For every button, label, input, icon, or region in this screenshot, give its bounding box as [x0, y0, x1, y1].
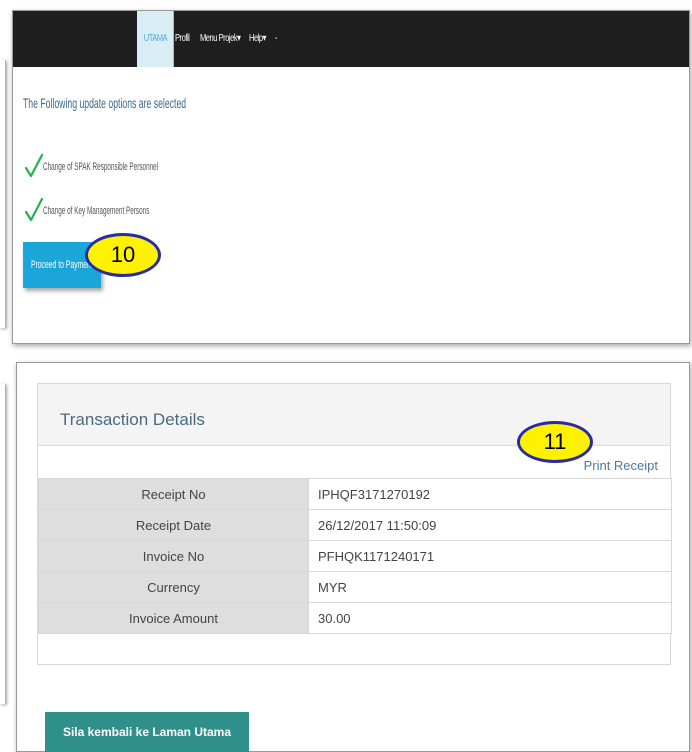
row-label: Invoice No: [38, 540, 309, 572]
nav-menu-projek-label: Menu Projek: [200, 33, 238, 44]
step-11-callout: 11: [517, 421, 593, 463]
transaction-panel: Transaction Details Print Receipt Receip…: [16, 362, 690, 752]
proceed-to-payment-label: Proceed to Payment: [31, 259, 93, 271]
row-value: MYR: [308, 571, 672, 603]
row-label: Invoice Amount: [38, 602, 309, 634]
row-value: 30.00: [308, 602, 672, 634]
row-label: Receipt Date: [38, 509, 309, 541]
background-frame-edge: [0, 60, 6, 328]
table-row: Receipt Date 26/12/2017 11:50:09: [38, 509, 672, 541]
nav-menu-projek[interactable]: Menu Projek▾: [200, 11, 241, 67]
print-receipt-link[interactable]: Print Receipt: [584, 458, 658, 473]
nav-menu-help[interactable]: Help▾: [249, 11, 266, 67]
nav-tab-profil[interactable]: Profil: [175, 11, 190, 67]
transaction-details-title: Transaction Details: [60, 410, 205, 429]
nav-tab-utama[interactable]: UTAMA: [137, 11, 174, 67]
nav-extra-item[interactable]: -: [275, 11, 277, 67]
update-options-panel: UTAMA Profil Menu Projek▾ Help▾ - The Fo…: [12, 10, 690, 344]
chevron-down-icon: ▾: [237, 33, 241, 44]
back-to-home-button[interactable]: Sila kembali ke Laman Utama: [45, 712, 249, 752]
check-icon: [25, 197, 43, 222]
background-frame-edge: [0, 384, 6, 704]
table-row: Receipt No IPHQF3171270192: [38, 478, 672, 510]
table-row: Invoice No PFHQK1171240171: [38, 540, 672, 572]
top-navbar: UTAMA Profil Menu Projek▾ Help▾ -: [13, 11, 689, 67]
option-label: Change of SPAK Responsible Personnel: [43, 161, 159, 173]
transaction-table: Receipt No IPHQF3171270192 Receipt Date …: [38, 478, 672, 634]
option-label: Change of Key Management Persons: [43, 205, 150, 217]
row-label: Currency: [38, 571, 309, 603]
chevron-down-icon: ▾: [262, 33, 267, 44]
row-label: Receipt No: [38, 478, 309, 510]
check-icon: [25, 153, 43, 178]
row-value: PFHQK1171240171: [308, 540, 672, 572]
row-value: 26/12/2017 11:50:09: [308, 509, 672, 541]
table-row: Currency MYR: [38, 571, 672, 603]
row-value: IPHQF3171270192: [308, 478, 672, 510]
table-row: Invoice Amount 30.00: [38, 602, 672, 634]
update-options-heading: The Following update options are selecte…: [23, 95, 187, 111]
nav-menu-help-label: Help: [249, 33, 263, 44]
step-10-callout: 10: [85, 233, 161, 277]
